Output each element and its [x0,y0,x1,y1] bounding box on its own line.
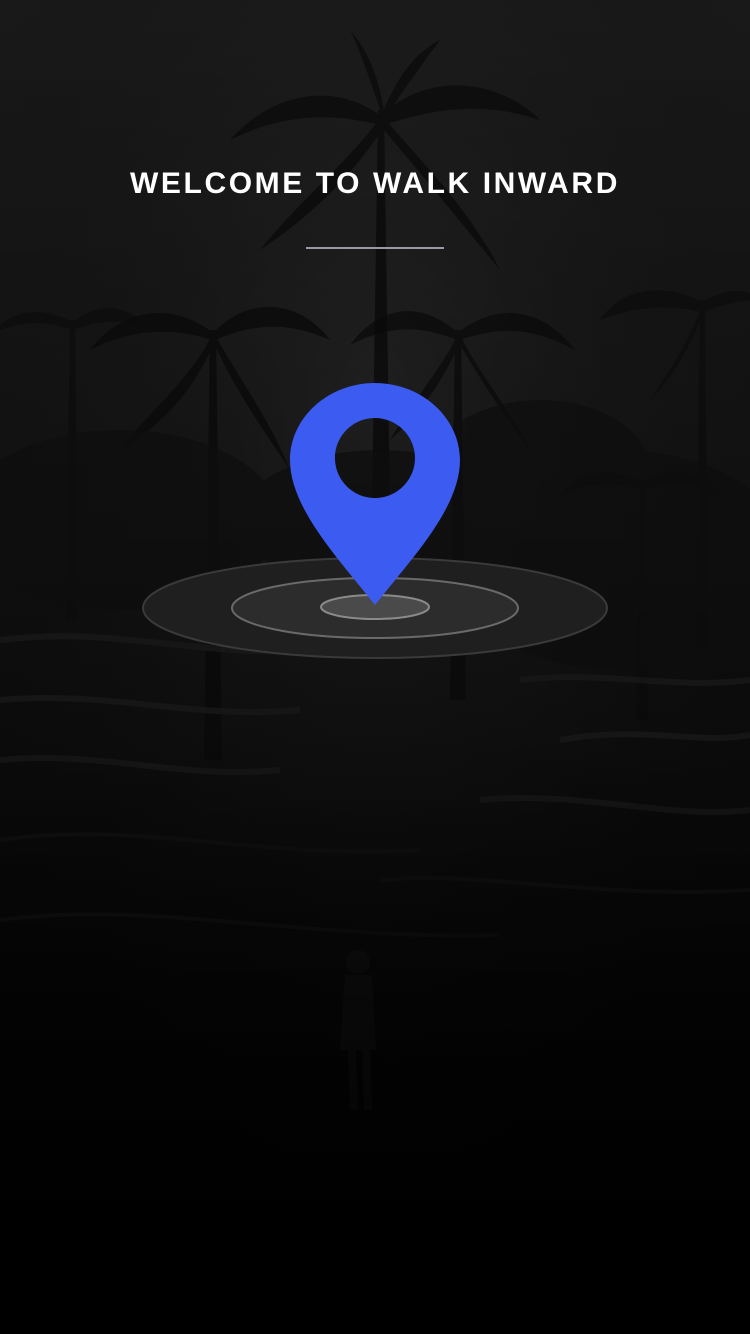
welcome-screen: WELCOME TO WALK INWARD [0,0,750,1334]
welcome-title: WELCOME TO WALK INWARD [130,167,620,200]
location-graphic [142,383,608,659]
title-divider [306,247,444,249]
